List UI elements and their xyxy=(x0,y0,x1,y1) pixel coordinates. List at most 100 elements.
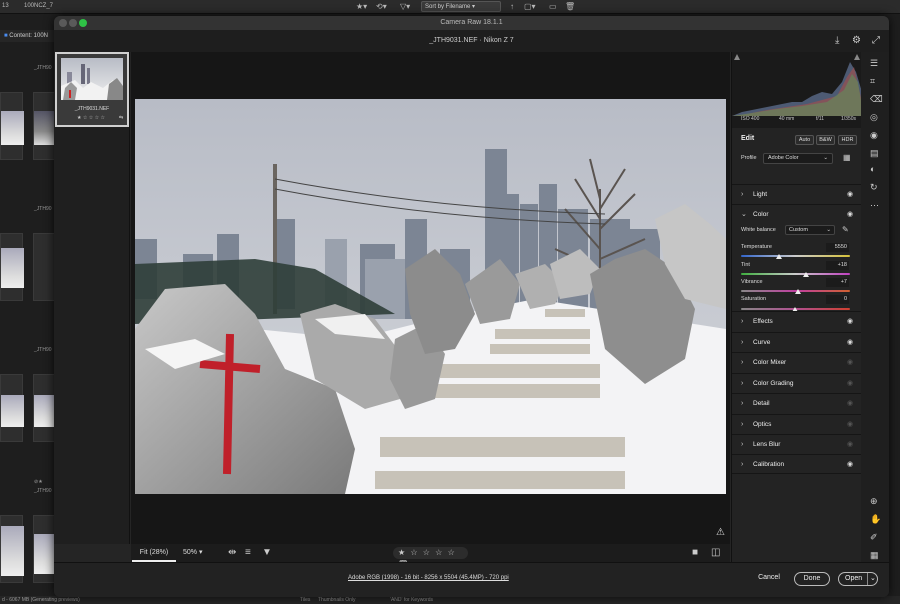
section-curve[interactable]: › Curve ◉ xyxy=(732,332,862,352)
zoom-fit-button[interactable]: Fit (28%) xyxy=(132,544,176,562)
compare-view-icon[interactable]: ◫ xyxy=(711,547,720,559)
sort-select[interactable]: Sort by Filename ▾ xyxy=(421,1,501,12)
section-color-grading[interactable]: › Color Grading ◉ xyxy=(732,373,862,393)
section-lens-blur[interactable]: › Lens Blur ◉ xyxy=(732,434,862,454)
sync-icon[interactable]: ↻ xyxy=(870,182,878,192)
filter-icon[interactable]: ▽▾ xyxy=(400,2,410,12)
bridge-thumb[interactable] xyxy=(0,374,24,442)
visibility-eye-icon[interactable]: ◉ xyxy=(847,435,853,454)
saturation-value[interactable]: 0 xyxy=(826,295,849,304)
white-balance-select[interactable]: Custom ⌄ xyxy=(785,225,835,235)
tint-value[interactable]: +18 xyxy=(826,261,849,270)
section-calibration[interactable]: › Calibration ◉ xyxy=(732,454,862,474)
edit-sliders-icon[interactable]: ☰ xyxy=(870,58,878,68)
bridge-thumb[interactable] xyxy=(33,92,57,160)
masking-icon[interactable]: ◎ xyxy=(870,112,878,122)
visibility-eye-icon[interactable]: ◉ xyxy=(847,333,853,352)
profile-browser-icon[interactable]: ▦ xyxy=(843,153,851,162)
visibility-eye-icon[interactable]: ◉ xyxy=(847,415,853,434)
bridge-thumb[interactable] xyxy=(0,92,24,160)
chevron-down-icon[interactable]: ⌄ xyxy=(870,573,876,585)
section-color[interactable]: ⌄ Color ◉ xyxy=(732,204,862,224)
vibrance-slider-handle[interactable] xyxy=(795,289,801,294)
section-color-mixer[interactable]: › Color Mixer ◉ xyxy=(732,352,862,372)
visibility-eye-icon[interactable]: ◉ xyxy=(847,455,853,474)
done-button[interactable]: Done xyxy=(794,572,830,586)
open-recent-icon[interactable]: ▢▾ xyxy=(524,2,536,12)
snapshots-icon[interactable]: ▤ xyxy=(870,148,879,158)
tiles-label[interactable]: Tiles xyxy=(300,597,310,603)
bw-button[interactable]: B&W xyxy=(816,135,835,145)
cancel-button[interactable]: Cancel xyxy=(752,572,786,586)
tint-slider[interactable] xyxy=(741,273,850,275)
crop-icon[interactable]: ⌗ xyxy=(870,76,875,86)
section-optics[interactable]: › Optics ◉ xyxy=(732,414,862,434)
vibrance-value[interactable]: +7 xyxy=(826,278,849,287)
visibility-eye-icon[interactable]: ◉ xyxy=(847,394,853,413)
workflow-options-link[interactable]: Adobe RGB (1998) - 16 bit - 8256 x 5504 … xyxy=(348,575,509,581)
zoom-window-button[interactable] xyxy=(79,19,87,27)
visibility-eye-icon[interactable]: ◉ xyxy=(847,353,853,372)
trash-icon[interactable]: 🗑 xyxy=(565,2,575,12)
fullscreen-icon[interactable]: ⤢ xyxy=(872,35,880,47)
bridge-thumb[interactable] xyxy=(0,515,24,583)
new-folder-icon[interactable]: ▭ xyxy=(549,2,557,12)
auto-button[interactable]: Auto xyxy=(795,135,814,145)
bridge-thumb[interactable] xyxy=(33,515,57,583)
edit-panel: ISO 400 40 mm f/11 1/350s Edit Auto B&W … xyxy=(731,52,862,562)
sort-list-icon[interactable]: ≡ xyxy=(245,547,251,559)
color-sampler-icon[interactable]: ✐ xyxy=(870,532,878,542)
more-options-icon[interactable]: ⋯ xyxy=(870,200,879,210)
minimize-window-button[interactable] xyxy=(69,19,77,27)
close-window-button[interactable] xyxy=(59,19,67,27)
presets-icon[interactable]: ◐ xyxy=(870,164,875,174)
bridge-top-bar: 13 100NCZ_7 ★▾ ⟲▾ ▽▾ Sort by Filename ▾ … xyxy=(0,0,900,14)
thumbnails-only-label[interactable]: Thumbnails Only xyxy=(318,597,356,603)
visibility-eye-icon[interactable]: ◉ xyxy=(847,312,853,331)
section-light[interactable]: › Light ◉ xyxy=(732,184,862,204)
visibility-eye-icon[interactable]: ◉ xyxy=(847,374,853,393)
section-effects[interactable]: › Effects ◉ xyxy=(732,311,862,331)
canvas-footer: Fit (28%) 50% ▾ ⇹ ≡ ▼ ★ ☆ ☆ ☆ ☆ 🗑 ■ ◫ xyxy=(131,544,730,569)
section-detail[interactable]: › Detail ◉ xyxy=(732,393,862,413)
rotate-icon[interactable]: ⟲▾ xyxy=(376,2,387,12)
settings-gear-icon[interactable]: ⚙ xyxy=(852,35,861,47)
eyedropper-icon[interactable]: ✎ xyxy=(842,225,849,234)
keywords-search[interactable]: 'AND' for Keywords xyxy=(390,597,433,603)
before-after-icon[interactable]: ⇹ xyxy=(228,547,236,559)
white-balance-label: White balance xyxy=(741,227,776,233)
star-filter-icon[interactable]: ★▾ xyxy=(356,2,367,12)
zoom-tool-icon[interactable]: ⊕ xyxy=(870,496,878,506)
photo-preview[interactable] xyxy=(135,99,726,494)
filter-funnel-icon[interactable]: ▼ xyxy=(262,547,272,559)
tint-slider-handle[interactable] xyxy=(803,272,809,277)
hdr-button[interactable]: HDR xyxy=(838,135,857,145)
chevron-right-icon: › xyxy=(741,461,744,468)
window-title: Camera Raw 18.1.1 xyxy=(440,19,503,26)
bridge-thumb[interactable] xyxy=(0,233,24,301)
bridge-thumb[interactable] xyxy=(33,233,56,301)
filmstrip-item[interactable]: _JTH9031.NEF ★ ☆ ☆ ☆ ☆ ⇆ xyxy=(55,52,129,127)
full-view-icon[interactable]: ■ xyxy=(692,547,698,559)
visibility-eye-icon[interactable]: ◉ xyxy=(847,185,853,204)
grid-overlay-icon[interactable]: ▦ xyxy=(870,550,879,560)
temperature-value[interactable]: 5550 xyxy=(826,243,849,252)
hand-tool-icon[interactable]: ✋ xyxy=(870,514,881,524)
filmstrip-rating[interactable]: ★ ☆ ☆ ☆ ☆ xyxy=(77,115,105,121)
zoom-level-select[interactable]: 50% ▾ xyxy=(183,544,223,562)
image-canvas[interactable]: ⚠ xyxy=(131,52,730,544)
warning-triangle-icon[interactable]: ⚠ xyxy=(716,527,725,538)
profile-select[interactable]: Adobe Color ⌄ xyxy=(763,153,833,164)
red-eye-icon[interactable]: ◉ xyxy=(870,130,878,140)
open-button[interactable]: Open ⌄ xyxy=(838,572,878,586)
chevron-right-icon: › xyxy=(741,191,744,198)
eraser-icon[interactable]: ⌫ xyxy=(870,94,883,104)
temperature-slider-handle[interactable] xyxy=(776,254,782,259)
sort-ascending-icon[interactable]: ↑ xyxy=(510,2,514,12)
bridge-thumb[interactable] xyxy=(33,374,57,442)
folder-breadcrumb[interactable]: 100NCZ_7 xyxy=(24,3,53,9)
temperature-slider[interactable] xyxy=(741,255,850,257)
save-icon[interactable]: ⤓ xyxy=(835,35,839,47)
rating-stars[interactable]: ★ ☆ ☆ ☆ ☆ 🗑 xyxy=(393,547,468,569)
content-tab[interactable]: ■ Content: 100N xyxy=(0,30,60,42)
